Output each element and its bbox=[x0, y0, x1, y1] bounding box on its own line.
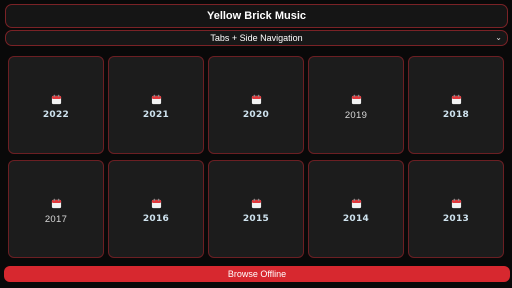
calendar-icon bbox=[51, 94, 61, 105]
year-label: 2022 bbox=[42, 110, 70, 120]
calendar-icon bbox=[351, 198, 361, 209]
year-label: 2019 bbox=[344, 109, 368, 121]
year-tile[interactable]: 2013 bbox=[408, 160, 504, 258]
calendar-icon bbox=[251, 94, 261, 105]
year-label: 2017 bbox=[44, 213, 68, 225]
year-label: 2015 bbox=[242, 214, 270, 224]
year-label: 2013 bbox=[442, 214, 470, 224]
year-tile[interactable]: 2021 bbox=[108, 56, 204, 154]
year-tile[interactable]: 2022 bbox=[8, 56, 104, 154]
app-title: Yellow Brick Music bbox=[206, 10, 307, 22]
calendar-icon bbox=[451, 94, 461, 105]
year-grid: 2022 2021 2020 2019 2018 2017 2016 2015 … bbox=[8, 56, 504, 258]
year-tile[interactable]: 2015 bbox=[208, 160, 304, 258]
year-tile[interactable]: 2014 bbox=[308, 160, 404, 258]
calendar-icon bbox=[51, 198, 61, 208]
app-title-bar: Yellow Brick Music bbox=[5, 4, 508, 28]
year-tile[interactable]: 2020 bbox=[208, 56, 304, 154]
navigation-style-select[interactable]: Tabs + Side Navigation ⌄ bbox=[5, 30, 508, 46]
browse-offline-button[interactable]: Browse Offline bbox=[4, 266, 510, 282]
year-label: 2014 bbox=[342, 214, 370, 224]
year-tile[interactable]: 2016 bbox=[108, 160, 204, 258]
year-label: 2018 bbox=[442, 110, 470, 120]
year-tile[interactable]: 2018 bbox=[408, 56, 504, 154]
calendar-icon bbox=[151, 198, 161, 209]
calendar-icon bbox=[451, 198, 461, 209]
calendar-icon bbox=[251, 198, 261, 209]
calendar-icon bbox=[151, 94, 161, 105]
year-tile[interactable]: 2019 bbox=[308, 56, 404, 154]
year-label: 2016 bbox=[142, 214, 170, 224]
year-label: 2020 bbox=[242, 110, 270, 120]
year-label: 2021 bbox=[142, 110, 170, 120]
navigation-select-value: Tabs + Side Navigation bbox=[210, 33, 303, 43]
browse-offline-label: Browse Offline bbox=[227, 269, 287, 279]
chevron-down-icon: ⌄ bbox=[495, 33, 502, 42]
year-tile[interactable]: 2017 bbox=[8, 160, 104, 258]
calendar-icon bbox=[351, 94, 361, 104]
